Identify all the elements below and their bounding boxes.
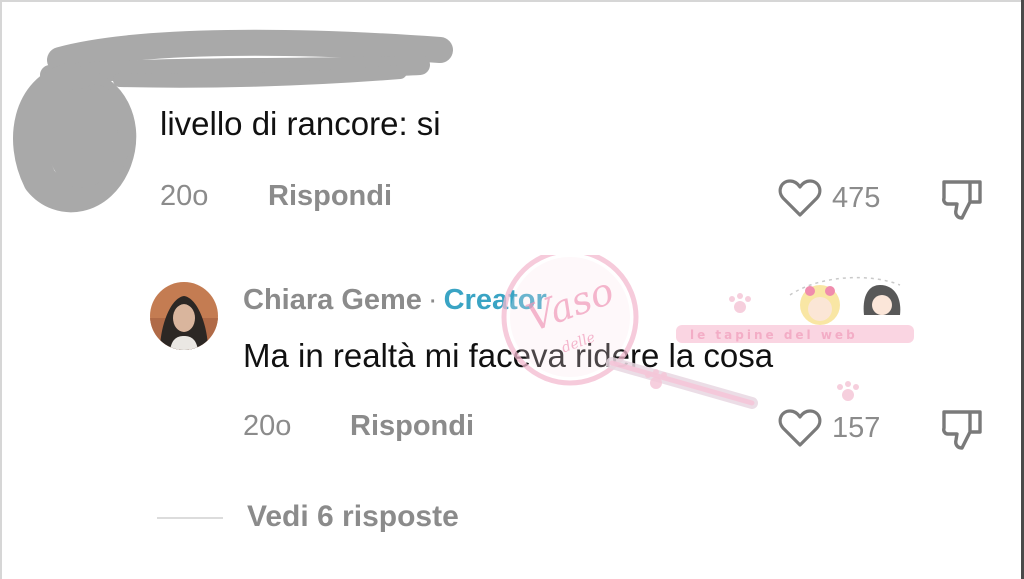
thumbs-down-icon[interactable] bbox=[940, 178, 984, 222]
avatar-image bbox=[150, 282, 218, 350]
comment-2-reply-button[interactable]: Rispondi bbox=[350, 410, 474, 443]
comment-1-time: 20o bbox=[160, 180, 209, 212]
reply-header: Chiara Geme · Creator bbox=[243, 284, 547, 317]
creator-badge: Creator bbox=[443, 284, 547, 316]
reply-author-name[interactable]: Chiara Geme bbox=[243, 284, 422, 316]
comment-1-like-button[interactable]: 475 bbox=[778, 178, 880, 218]
watermark-logo: Vaso delle le tapine del web bbox=[501, 255, 914, 409]
frame-border-top bbox=[0, 0, 1024, 2]
heart-outline-icon bbox=[778, 179, 822, 217]
replies-divider-line bbox=[157, 517, 223, 519]
comment-2-like-button[interactable]: 157 bbox=[778, 408, 880, 448]
screenshot-frame: yysepe livello di rancore: si 20o Rispon… bbox=[0, 0, 1024, 579]
comment-1-reply-button[interactable]: Rispondi bbox=[268, 180, 392, 213]
comment-2-text: Ma in realtà mi faceva ridere la cosa bbox=[243, 337, 774, 374]
name-separator: · bbox=[427, 284, 438, 316]
view-replies-button[interactable]: Vedi 6 risposte bbox=[247, 500, 459, 534]
comment-1-like-count: 475 bbox=[832, 181, 881, 214]
creator-avatar[interactable] bbox=[150, 282, 218, 350]
comment-1-text: livello di rancore: si bbox=[160, 105, 441, 142]
thumbs-down-icon[interactable] bbox=[940, 408, 984, 452]
heart-outline-icon bbox=[778, 409, 822, 447]
comment-2-like-count: 157 bbox=[832, 411, 881, 444]
comment-2-time: 20o bbox=[243, 410, 292, 442]
